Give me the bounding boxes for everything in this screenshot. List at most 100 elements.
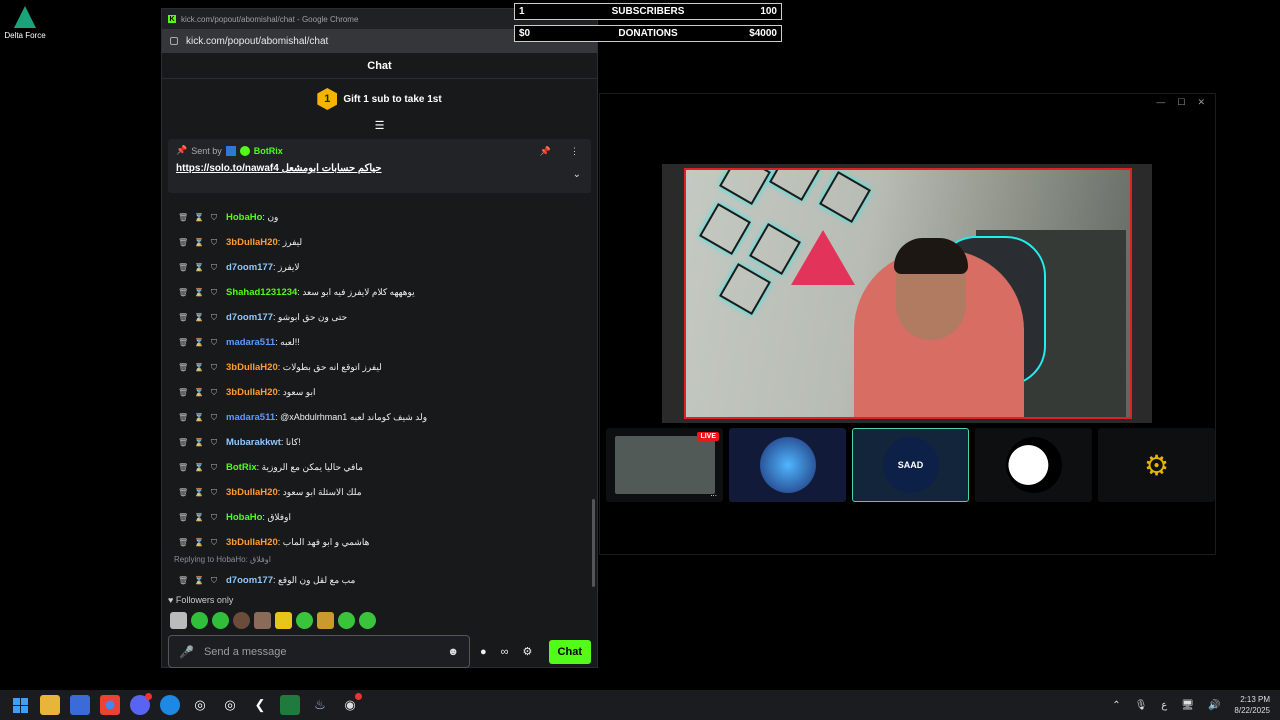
delete-icon[interactable]: 🗑: [178, 388, 188, 397]
chat-message[interactable]: 🗑 ⌛ ⛉ 3bDullaH20: ملك الاسئلة ابو سعود: [162, 480, 597, 505]
settings-gear-icon[interactable]: ⚙: [519, 645, 537, 658]
chat-username[interactable]: 3bDullaH20: [226, 362, 278, 373]
more-icon[interactable]: ...: [710, 489, 717, 498]
timeout-icon[interactable]: ⌛: [194, 413, 204, 422]
chat-username[interactable]: madara511: [226, 412, 275, 423]
emote[interactable]: [254, 612, 271, 629]
clock[interactable]: 2:13 PM 8/22/2025: [1234, 694, 1270, 716]
chat-username[interactable]: d7oom177: [226, 312, 273, 323]
chat-message[interactable]: 🗑 ⌛ ⛉ HobaHo: اوفلاق: [162, 505, 597, 530]
close-icon[interactable]: ✕: [1197, 97, 1205, 108]
delete-icon[interactable]: 🗑: [178, 488, 188, 497]
chat-username[interactable]: madara511: [226, 337, 275, 348]
network-icon[interactable]: 🖥: [1181, 700, 1194, 711]
timeout-icon[interactable]: ⌛: [194, 538, 204, 547]
chat-message[interactable]: 🗑 ⌛ ⛉ 3bDullaH20: ليفرز: [162, 230, 597, 255]
timeout-icon[interactable]: ⌛: [194, 313, 204, 322]
gift-sub-banner[interactable]: 1 Gift 1 sub to take 1st: [162, 79, 597, 119]
chat-username[interactable]: 3bDullaH20: [226, 487, 278, 498]
chrome-icon[interactable]: [100, 695, 120, 715]
chat-menu-icon[interactable]: ☰: [162, 119, 597, 133]
start-button[interactable]: [10, 695, 30, 715]
obs-icon[interactable]: ◎: [190, 695, 210, 715]
steam-icon[interactable]: ♨: [310, 695, 330, 715]
delete-icon[interactable]: 🗑: [178, 363, 188, 372]
microphone-icon[interactable]: 🎤: [179, 645, 194, 659]
pinned-bot-name[interactable]: BotRix: [254, 146, 283, 156]
timeout-icon[interactable]: ⌛: [194, 388, 204, 397]
timeout-icon[interactable]: ⌛: [194, 363, 204, 372]
chat-message[interactable]: 🗑 ⌛ ⛉ d7oom177: حتى ون حق ابوشو: [162, 305, 597, 330]
kicks-icon[interactable]: ●: [476, 646, 491, 658]
delete-icon[interactable]: 🗑: [178, 538, 188, 547]
timeout-icon[interactable]: ⌛: [194, 288, 204, 297]
timeout-icon[interactable]: ⌛: [194, 513, 204, 522]
delete-icon[interactable]: 🗑: [178, 513, 188, 522]
chat-message[interactable]: 🗑 ⌛ ⛉ Shahad1231234: يوهههه كلام لايفرز فيه…: [162, 280, 597, 305]
chat-username[interactable]: HobaHo: [226, 512, 262, 523]
emote[interactable]: [170, 612, 187, 629]
chat-message[interactable]: 🗑 ⌛ ⛉ madara511: @xAbdulrhman1 ولد شيف كوما…: [162, 405, 597, 430]
source-live-preview[interactable]: LIVE ...: [606, 428, 723, 502]
delete-icon[interactable]: 🗑: [178, 263, 188, 272]
discord-icon[interactable]: [130, 693, 152, 715]
emote[interactable]: [317, 612, 334, 629]
app-icon[interactable]: [160, 695, 180, 715]
chat-message[interactable]: 🗑 ⌛ ⛉ BotRix: مافي حاليا يمكن مع الروزية: [162, 455, 597, 480]
timeout-icon[interactable]: ⌛: [194, 238, 204, 247]
volume-icon[interactable]: 🔊: [1208, 700, 1220, 711]
microphone-tray-icon[interactable]: 🎙: [1135, 700, 1148, 711]
chat-message[interactable]: 🗑 ⌛ ⛉ 3bDullaH20: ابو سعود: [162, 380, 597, 405]
timeout-icon[interactable]: ⌛: [194, 438, 204, 447]
excel-icon[interactable]: [280, 695, 300, 715]
send-chat-button[interactable]: Chat: [548, 639, 591, 664]
delete-icon[interactable]: 🗑: [178, 288, 188, 297]
kick-app-icon[interactable]: ❮: [250, 695, 270, 715]
chat-username[interactable]: d7oom177: [226, 262, 273, 273]
url-text[interactable]: kick.com/popout/abomishal/chat: [186, 36, 328, 47]
delete-icon[interactable]: 🗑: [178, 238, 188, 247]
source-moon-logo[interactable]: [975, 428, 1092, 502]
chat-message-reply[interactable]: 🗑 ⌛ ⛉ d7oom177: مب مع لقل ون الوقع: [162, 568, 597, 589]
delete-icon[interactable]: 🗑: [178, 463, 188, 472]
delete-icon[interactable]: 🗑: [178, 338, 188, 347]
chat-message[interactable]: 🗑 ⌛ ⛉ d7oom177: لايفرز: [162, 255, 597, 280]
minimize-icon[interactable]: —: [1156, 97, 1165, 108]
app-icon-record[interactable]: ◉: [340, 693, 362, 715]
file-explorer-icon[interactable]: [40, 695, 60, 715]
reply-context[interactable]: Replying to HobaHo: اوفلاق: [162, 555, 597, 568]
delete-icon[interactable]: 🗑: [178, 413, 188, 422]
maximize-icon[interactable]: ☐: [1177, 97, 1185, 108]
chat-username[interactable]: BotRix: [226, 462, 257, 473]
chat-message[interactable]: 🗑 ⌛ ⛉ HobaHo: ون: [162, 205, 597, 230]
chat-message[interactable]: 🗑 ⌛ ⛉ 3bDullaH20: هاشمي و ابو فهد الماب: [162, 530, 597, 555]
message-input[interactable]: 🎤 Send a message ☻: [168, 635, 470, 668]
delete-icon[interactable]: 🗑: [178, 313, 188, 322]
chat-messages[interactable]: 🗑 ⌛ ⛉ HobaHo: ون 🗑 ⌛ ⛉ 3bDullaH20: ليفرز 🗑 ⌛ ⛉ d7oo…: [162, 205, 597, 589]
emote[interactable]: [296, 612, 313, 629]
timeout-icon[interactable]: ⌛: [194, 576, 204, 585]
chat-message[interactable]: 🗑 ⌛ ⛉ 3bDullaH20: ليفرز اتوقع انه حق بطولات: [162, 355, 597, 380]
chevron-down-icon[interactable]: ⌄: [573, 169, 581, 180]
timeout-icon[interactable]: ⌛: [194, 263, 204, 272]
source-saad-logo[interactable]: SAAD: [852, 428, 969, 502]
pinned-link[interactable]: https://solo.to/nawaf4 حياكم حسابات ابوم…: [176, 163, 583, 174]
emote[interactable]: [212, 612, 229, 629]
delete-icon[interactable]: 🗑: [178, 213, 188, 222]
emoji-icon[interactable]: ☻: [447, 646, 459, 658]
delete-icon[interactable]: 🗑: [178, 438, 188, 447]
chat-username[interactable]: 3bDullaH20: [226, 537, 278, 548]
infinity-icon[interactable]: ∞: [497, 646, 513, 658]
timeout-icon[interactable]: ⌛: [194, 338, 204, 347]
emote[interactable]: [275, 612, 292, 629]
source-lightning-logo[interactable]: [729, 428, 846, 502]
chat-message[interactable]: 🗑 ⌛ ⛉ madara511: لعبه!!: [162, 330, 597, 355]
timeout-icon[interactable]: ⌛: [194, 213, 204, 222]
emote[interactable]: [359, 612, 376, 629]
chat-message[interactable]: 🗑 ⌛ ⛉ Mubarakkwt: كانا!: [162, 430, 597, 455]
site-info-icon[interactable]: [170, 37, 178, 45]
language-indicator[interactable]: ع: [1161, 700, 1167, 711]
timeout-icon[interactable]: ⌛: [194, 488, 204, 497]
desktop-icon-delta-force[interactable]: Delta Force: [4, 6, 46, 40]
delete-icon[interactable]: 🗑: [178, 576, 188, 585]
